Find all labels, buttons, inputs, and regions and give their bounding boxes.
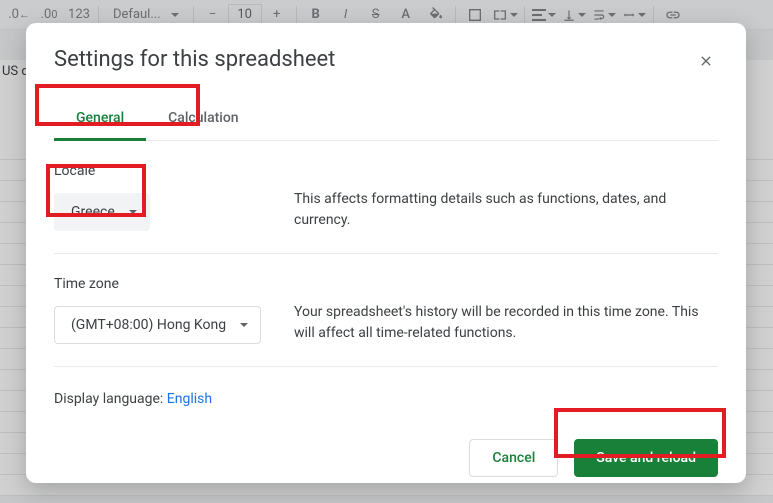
tab-bar: General Calculation: [54, 100, 718, 141]
cancel-button[interactable]: Cancel: [469, 439, 558, 477]
timezone-select[interactable]: (GMT+08:00) Hong Kong: [54, 306, 261, 344]
chevron-down-icon: [129, 210, 137, 214]
locale-description: This affects formatting details such as …: [294, 163, 718, 231]
tab-calculation[interactable]: Calculation: [146, 100, 260, 140]
timezone-value: (GMT+08:00) Hong Kong: [71, 317, 226, 333]
dialog-title: Settings for this spreadsheet: [54, 47, 335, 72]
chevron-down-icon: [240, 323, 248, 327]
close-button[interactable]: [694, 49, 718, 78]
locale-select[interactable]: Greece: [54, 193, 150, 231]
settings-dialog: Settings for this spreadsheet General Ca…: [26, 23, 746, 483]
timezone-description: Your spreadsheet's history will be recor…: [294, 276, 718, 344]
timezone-label: Time zone: [54, 276, 264, 292]
tab-general[interactable]: General: [54, 100, 146, 141]
locale-value: Greece: [71, 204, 115, 220]
display-language-link[interactable]: English: [167, 391, 212, 407]
close-icon: [698, 53, 714, 69]
display-language-label: Display language:: [54, 391, 167, 407]
display-language-row: Display language: English: [54, 366, 718, 431]
locale-label: Locale: [54, 163, 264, 179]
save-and-reload-button[interactable]: Save and reload: [574, 439, 718, 477]
